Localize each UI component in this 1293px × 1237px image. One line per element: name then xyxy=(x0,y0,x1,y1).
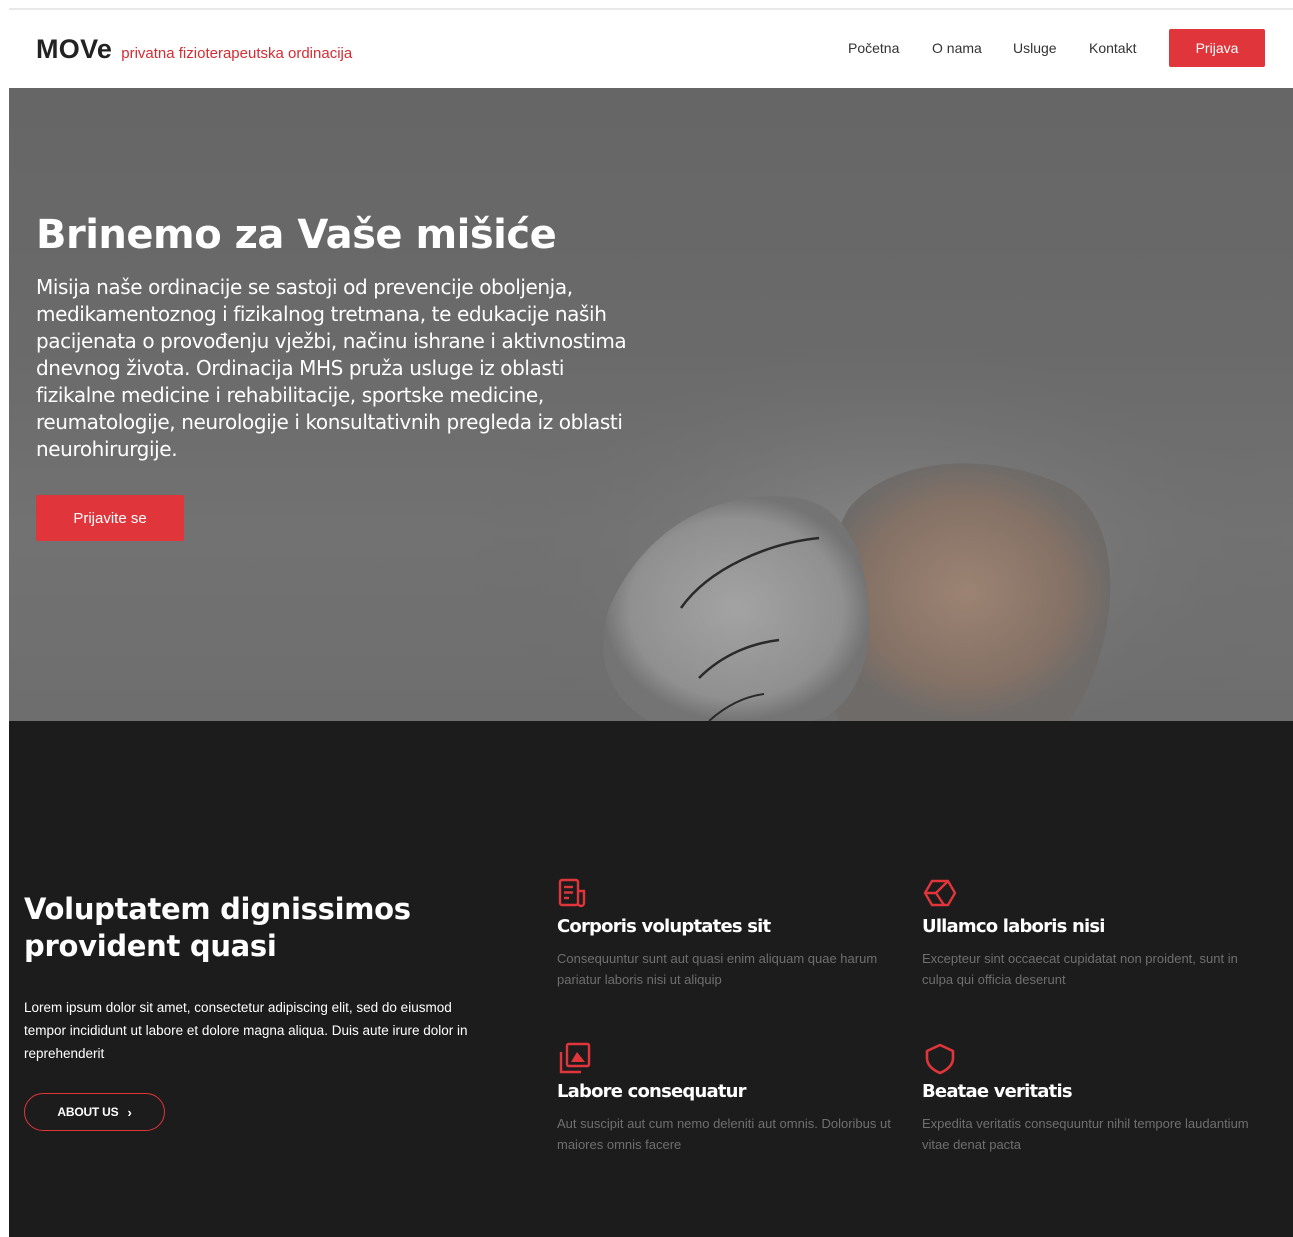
signup-button[interactable]: Prijavite se xyxy=(36,495,184,541)
feature-title: Corporis voluptates sit xyxy=(557,916,771,937)
features-section: Voluptatem dignissimos provident quasi L… xyxy=(9,721,1293,1237)
feature-text: Consequuntur sunt aut quasi enim aliquam… xyxy=(557,951,878,987)
feature-text: Excepteur sint occaecat cupidatat non pr… xyxy=(922,951,1238,987)
brand[interactable]: MOVe privatna fizioterapeutska ordinacij… xyxy=(36,34,352,65)
hero-description: Misija naše ordinacije se sastoji od pre… xyxy=(36,275,627,461)
feature-text: Aut suscipit aut cum nemo deleniti aut o… xyxy=(557,1116,891,1152)
feature-title: Labore consequatur xyxy=(557,1081,747,1102)
feature-title: Ullamco laboris nisi xyxy=(922,916,1105,937)
feature-text: Expedita veritatis consequuntur nihil te… xyxy=(922,1116,1249,1152)
brand-logo-text[interactable]: MOVe xyxy=(36,34,112,65)
brand-tagline: privatna fizioterapeutska ordinacija xyxy=(121,45,353,62)
about-us-button-label: ABOUT US xyxy=(57,1105,119,1119)
hero-section: Brinemo za Vaše mišiće Misija naše ordin… xyxy=(9,88,1293,721)
nav-item-pocetna[interactable]: Početna xyxy=(848,40,899,56)
site-header: MOVe privatna fizioterapeutska ordinacij… xyxy=(9,10,1293,88)
feature-title: Beatae veritatis xyxy=(922,1081,1073,1102)
document-icon xyxy=(558,878,586,908)
nav-item-usluge[interactable]: Usluge xyxy=(1013,40,1057,56)
cube-icon xyxy=(923,879,957,907)
about-text: Lorem ipsum dolor sit amet, consectetur … xyxy=(24,1000,468,1061)
feature-card: Labore consequatur Aut suscipit aut cum … xyxy=(557,1041,897,1155)
hero-title: Brinemo za Vaše mišiće xyxy=(36,212,557,258)
about-us-button[interactable]: ABOUT US › xyxy=(24,1093,165,1131)
images-icon xyxy=(559,1042,591,1074)
nav-item-kontakt[interactable]: Kontakt xyxy=(1089,40,1136,56)
feature-card: Beatae veritatis Expedita veritatis cons… xyxy=(922,1041,1262,1155)
chevron-right-icon: › xyxy=(127,1104,132,1120)
feature-card: Ullamco laboris nisi Excepteur sint occa… xyxy=(922,876,1262,990)
feature-card: Corporis voluptates sit Consequuntur sun… xyxy=(557,876,897,990)
login-button[interactable]: Prijava xyxy=(1169,29,1265,67)
about-title: Voluptatem dignissimos provident quasi xyxy=(24,892,411,963)
nav-item-o-nama[interactable]: O nama xyxy=(932,40,982,56)
shield-icon xyxy=(925,1043,955,1075)
